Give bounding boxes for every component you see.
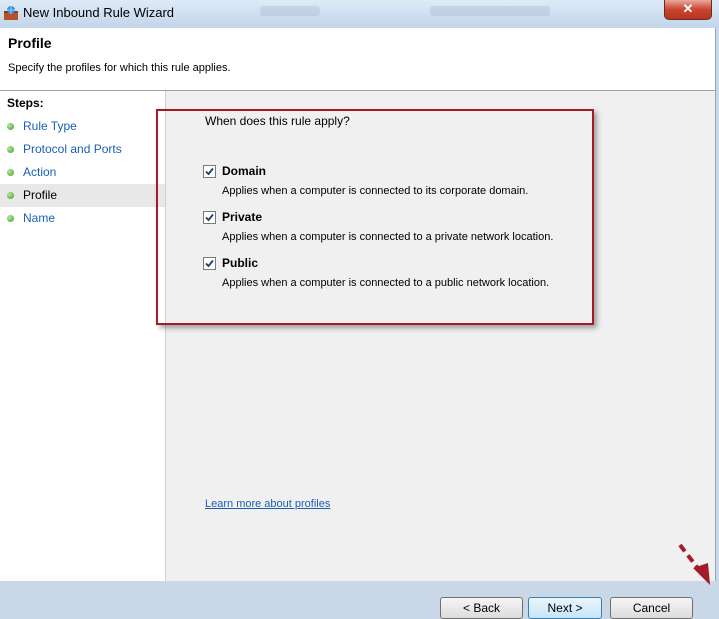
step-rule-type[interactable]: Rule Type: [0, 115, 165, 138]
wizard-window: Profile Specify the profiles for which t…: [0, 28, 716, 619]
step-status-icon: [7, 169, 14, 176]
title-bar[interactable]: New Inbound Rule Wizard ✕: [0, 0, 719, 28]
back-button[interactable]: < Back: [440, 597, 523, 619]
background-window-ghost: [260, 6, 320, 16]
cancel-button[interactable]: Cancel: [610, 597, 693, 619]
step-label: Action: [23, 165, 57, 179]
step-status-icon: [7, 146, 14, 153]
learn-more-link[interactable]: Learn more about profiles: [205, 498, 330, 510]
firewall-app-icon: [4, 6, 18, 20]
step-name[interactable]: Name: [0, 207, 165, 230]
red-arrow-annotation: [678, 543, 710, 585]
steps-title: Steps:: [7, 96, 44, 110]
step-status-icon: [7, 192, 14, 199]
step-status-icon: [7, 215, 14, 222]
step-status-icon: [7, 123, 14, 130]
page-subtitle: Specify the profiles for which this rule…: [8, 62, 231, 74]
step-label: Profile: [23, 188, 58, 202]
close-button[interactable]: ✕: [664, 0, 712, 20]
window-title: New Inbound Rule Wizard: [23, 5, 175, 20]
step-action[interactable]: Action: [0, 161, 165, 184]
next-button[interactable]: Next >: [528, 597, 602, 619]
page-title: Profile: [8, 35, 52, 51]
step-profile[interactable]: Profile: [0, 184, 165, 207]
step-label: Protocol and Ports: [23, 142, 122, 156]
step-protocol-and-ports[interactable]: Protocol and Ports: [0, 138, 165, 161]
steps-pane: Steps: Rule Type Protocol and Ports Acti…: [0, 91, 166, 581]
header: Profile Specify the profiles for which t…: [0, 28, 715, 91]
step-label: Rule Type: [23, 119, 77, 133]
background-window-ghost: [430, 6, 550, 16]
highlight-box-annotation: [156, 109, 594, 325]
step-label: Name: [23, 211, 56, 225]
